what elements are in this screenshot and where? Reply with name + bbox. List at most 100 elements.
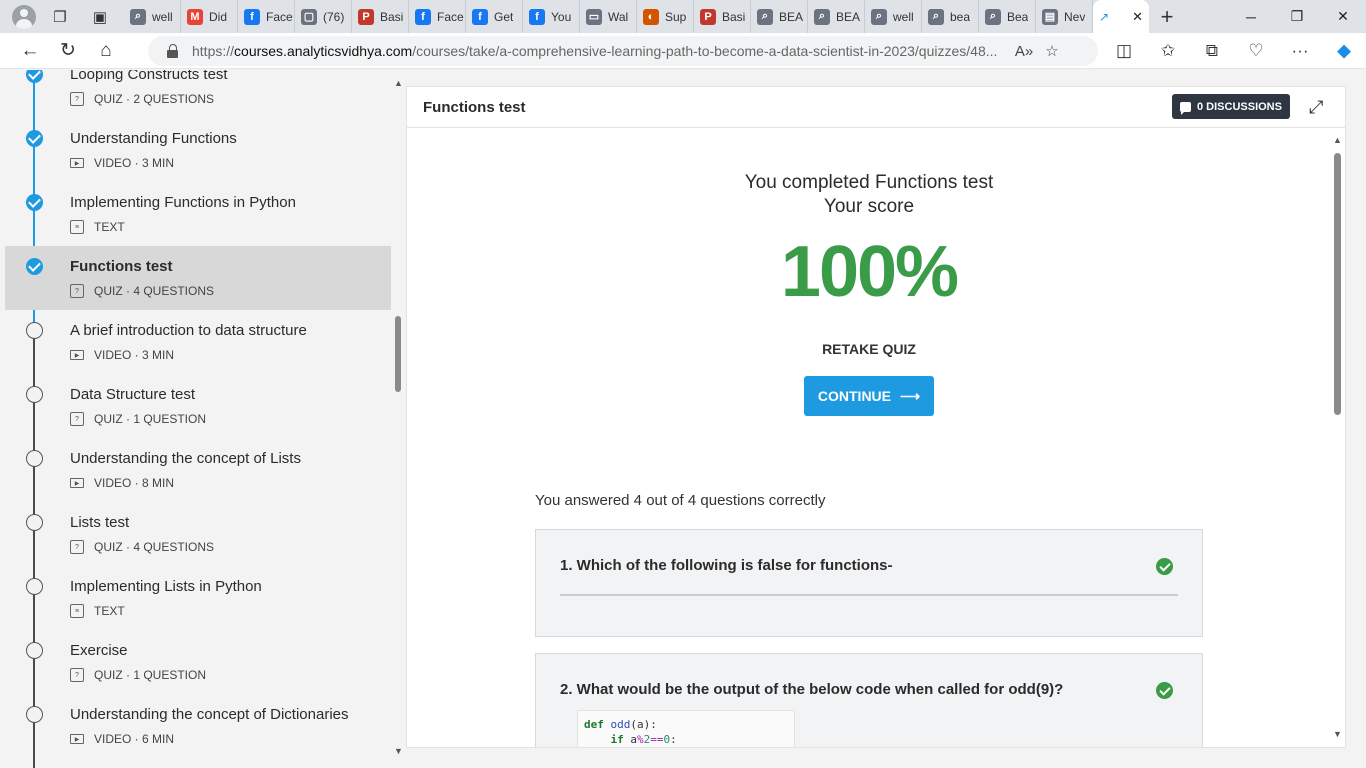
new-tab-button[interactable]: + bbox=[1149, 0, 1185, 33]
scroll-up-arrow-icon[interactable]: ▲ bbox=[1333, 135, 1342, 145]
lesson-meta-text: QUIZ · 4 QUESTIONS bbox=[94, 284, 215, 298]
browser-tab[interactable]: ▭ Wal bbox=[580, 0, 637, 33]
discussions-label: 0 DISCUSSIONS bbox=[1197, 100, 1282, 113]
browser-tab[interactable]: ⌕ BEA bbox=[808, 0, 865, 33]
browser-tab[interactable]: f You bbox=[523, 0, 580, 33]
split-screen-icon[interactable]: ◫ bbox=[1102, 36, 1146, 66]
browser-essentials-icon[interactable]: ♡ bbox=[1234, 36, 1278, 66]
browser-tab[interactable]: ⌕ bea bbox=[922, 0, 979, 33]
restore-icon[interactable]: ❐ bbox=[1274, 0, 1320, 33]
tab-title: Basi bbox=[380, 9, 404, 24]
more-menu-icon[interactable]: ··· bbox=[1278, 36, 1322, 66]
browser-tab[interactable]: f Get bbox=[466, 0, 523, 33]
tab-title: well bbox=[152, 9, 173, 24]
lesson-meta: ▶ VIDEO · 8 MIN bbox=[70, 476, 174, 490]
page-title: Functions test bbox=[423, 99, 526, 116]
search-icon: ⌕ bbox=[757, 8, 773, 25]
incomplete-circle-icon bbox=[26, 578, 43, 595]
browser-tab[interactable]: P Basi bbox=[694, 0, 751, 33]
lesson-item[interactable]: Lists test? QUIZ · 4 QUESTIONS bbox=[5, 502, 391, 566]
refresh-icon[interactable]: ↻ bbox=[49, 36, 87, 66]
lesson-title: A brief introduction to data structure bbox=[70, 322, 307, 339]
quiz-icon: ? bbox=[70, 540, 84, 554]
sidebar-scroll-thumb[interactable] bbox=[395, 316, 401, 392]
quiz-icon: ? bbox=[70, 284, 84, 298]
lesson-item[interactable]: Understanding Functions ▶ VIDEO · 3 MIN bbox=[5, 118, 391, 182]
home-icon[interactable]: ⌂ bbox=[87, 36, 125, 66]
expand-icon[interactable]: ⤢ bbox=[1309, 97, 1323, 118]
address-bar[interactable]: https://courses.analyticsvidhya.com/cour… bbox=[148, 36, 1098, 66]
tab-actions-icon[interactable]: ▣ bbox=[84, 5, 116, 29]
incomplete-circle-icon bbox=[26, 386, 43, 403]
browser-tab[interactable]: ▤ Nev bbox=[1036, 0, 1093, 33]
lesson-item[interactable]: Understanding the concept of Lists ▶ VIDEO… bbox=[5, 438, 391, 502]
browser-tab[interactable]: ⌕ BEA bbox=[751, 0, 808, 33]
tab-title: Basi bbox=[722, 9, 746, 24]
lesson-meta-text: QUIZ · 1 QUESTION bbox=[94, 668, 207, 682]
discussions-button[interactable]: 0 DISCUSSIONS bbox=[1172, 94, 1290, 119]
lesson-item[interactable]: Exercise? QUIZ · 1 QUESTION bbox=[5, 630, 391, 694]
continue-button[interactable]: CONTINUE ⟶ bbox=[804, 376, 934, 416]
lesson-item[interactable]: Looping Constructs test? QUIZ · 2 QUESTIO… bbox=[5, 70, 391, 118]
lesson-meta: ? QUIZ · 2 QUESTIONS bbox=[70, 92, 214, 106]
code-line: def odd(a): bbox=[584, 718, 657, 731]
close-window-icon[interactable]: ✕ bbox=[1320, 0, 1366, 33]
code-line: if a%2==0: bbox=[610, 733, 677, 746]
favorite-star-icon[interactable]: ☆ bbox=[1038, 42, 1066, 60]
lesson-item[interactable]: Understanding the concept of Dictionarie… bbox=[5, 694, 391, 758]
score-label: Your score bbox=[823, 196, 915, 217]
sidebar-scrollbar[interactable]: ▲ ▼ bbox=[391, 70, 405, 768]
question-card[interactable]: 1. Which of the following is false for f… bbox=[535, 529, 1203, 637]
lesson-item[interactable]: Data Structure test? QUIZ · 1 QUESTION bbox=[5, 374, 391, 438]
browser-tab[interactable]: ⌕ well bbox=[865, 0, 922, 33]
lesson-meta: ≡ TEXT bbox=[70, 220, 125, 234]
briefcase-icon: ▭ bbox=[586, 8, 602, 25]
copilot-icon[interactable]: ◆ bbox=[1322, 36, 1366, 66]
completed-check-icon bbox=[26, 258, 43, 275]
correct-check-icon bbox=[1156, 682, 1173, 699]
lesson-meta-text: QUIZ · 1 QUESTION bbox=[94, 412, 207, 426]
close-tab-icon[interactable]: ✕ bbox=[1132, 9, 1143, 25]
browser-tab[interactable]: f Face bbox=[409, 0, 466, 33]
browser-tab[interactable]: ⌕ well bbox=[124, 0, 181, 33]
retake-quiz-button[interactable]: RETAKE QUIZ bbox=[407, 341, 1331, 357]
text-icon: ≡ bbox=[70, 604, 84, 618]
collections-icon[interactable]: ⧉ bbox=[1190, 36, 1234, 66]
back-icon[interactable]: ← bbox=[11, 36, 49, 66]
window-controls: ─ ❐ ✕ bbox=[1228, 0, 1366, 33]
browser-tab[interactable]: P Basi bbox=[352, 0, 409, 33]
workspaces-icon[interactable]: ❐ bbox=[44, 5, 76, 29]
lesson-item[interactable]: A brief introduction to data structure ▶ V… bbox=[5, 310, 391, 374]
active-browser-tab[interactable]: ↗ ✕ bbox=[1093, 0, 1149, 33]
code-snippet: def odd(a): if a%2==0: bbox=[577, 710, 795, 747]
favorites-icon[interactable]: ✩ bbox=[1146, 36, 1190, 66]
scroll-down-arrow-icon[interactable]: ▼ bbox=[394, 746, 403, 756]
question-card[interactable]: 2. What would be the output of the below… bbox=[535, 653, 1203, 747]
browser-tab[interactable]: M Did bbox=[181, 0, 238, 33]
minimize-icon[interactable]: ─ bbox=[1228, 0, 1274, 33]
lesson-meta: ? QUIZ · 1 QUESTION bbox=[70, 412, 206, 426]
quiz-icon: ? bbox=[70, 412, 84, 426]
completed-check-icon bbox=[26, 130, 43, 147]
lesson-meta: ? QUIZ · 4 QUESTIONS bbox=[70, 284, 214, 298]
content-scrollbar[interactable]: ▲ ▼ bbox=[1331, 135, 1343, 743]
lesson-item[interactable]: Implementing Lists in Python ≡ TEXT bbox=[5, 566, 391, 630]
browser-tab[interactable]: ▢ (76) bbox=[295, 0, 352, 33]
browser-tab[interactable]: ◐ Sup bbox=[637, 0, 694, 33]
tab-title: BEA bbox=[836, 9, 861, 24]
profile-avatar[interactable] bbox=[12, 4, 36, 29]
read-aloud-icon[interactable]: A» bbox=[1010, 43, 1038, 60]
lesson-item[interactable]: Implementing Functions in Python ≡ TEXT bbox=[5, 182, 391, 246]
scroll-up-arrow-icon[interactable]: ▲ bbox=[394, 78, 403, 88]
lesson-item[interactable]: Functions test? QUIZ · 4 QUESTIONS bbox=[5, 246, 391, 310]
browser-tab[interactable]: ⌕ Bea bbox=[979, 0, 1036, 33]
facebook-icon: f bbox=[529, 8, 545, 25]
lock-icon[interactable] bbox=[166, 44, 180, 58]
browser-tab[interactable]: f Face bbox=[238, 0, 295, 33]
tab-list: ⌕ well M Did f Face ▢ (76) P Basi f Face f Get f You ▭ Wa… bbox=[124, 0, 1149, 33]
scroll-down-arrow-icon[interactable]: ▼ bbox=[1333, 729, 1342, 739]
lesson-meta: ? QUIZ · 1 QUESTION bbox=[70, 668, 206, 682]
lesson-meta: ▶ VIDEO · 6 MIN bbox=[70, 732, 174, 746]
content-scroll-thumb[interactable] bbox=[1334, 153, 1341, 415]
url-text[interactable]: https://courses.analyticsvidhya.com/cour… bbox=[192, 43, 1010, 59]
